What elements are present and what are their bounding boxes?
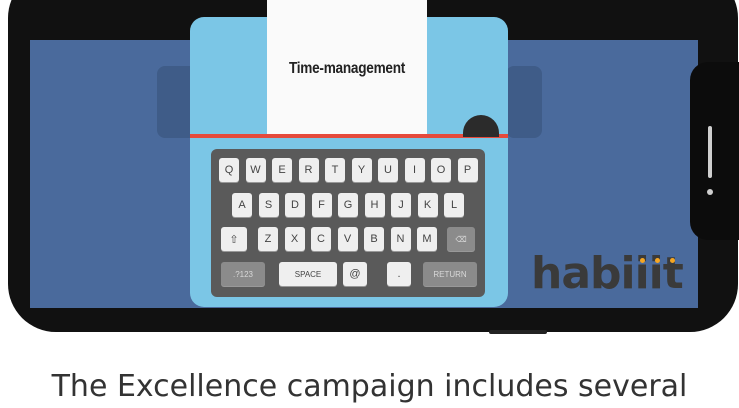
key-q: Q bbox=[219, 158, 239, 182]
typewriter-red-line bbox=[190, 134, 508, 138]
key-delete: ⌫ bbox=[447, 227, 475, 251]
key-return: RETURN bbox=[423, 262, 477, 286]
key-n: N bbox=[390, 227, 411, 251]
key-b: B bbox=[364, 227, 384, 251]
typewriter-right-tab bbox=[506, 66, 542, 138]
notch-speaker bbox=[708, 126, 712, 178]
phone-side-button bbox=[489, 330, 547, 334]
typewriter-keyboard: Q W E R T Y U I O P A S D F G H J K L ⇧ Z X C V B N M ⌫ .?123 SPACE @.… bbox=[211, 149, 485, 297]
caption-text: The Excellence campaign includes several bbox=[51, 369, 688, 404]
key-v: V bbox=[337, 227, 358, 251]
key-z: Z bbox=[258, 227, 278, 251]
key-t: T bbox=[325, 158, 345, 182]
key-a: A bbox=[232, 193, 252, 217]
phone-notch bbox=[690, 62, 739, 240]
key-w: W bbox=[245, 158, 266, 182]
key-space: SPACE bbox=[279, 262, 337, 286]
key-j: J bbox=[391, 193, 411, 217]
key-c: C bbox=[311, 227, 331, 251]
key-y: Y bbox=[351, 158, 372, 182]
key-shift: ⇧ bbox=[221, 227, 247, 251]
habiiit-logo: habiiit bbox=[531, 248, 684, 299]
paper-text: Time-management bbox=[288, 60, 406, 77]
key-h: H bbox=[364, 193, 385, 217]
key-m: M bbox=[417, 227, 437, 251]
notch-camera bbox=[707, 189, 713, 195]
key-e: E bbox=[272, 158, 292, 182]
key-l: L bbox=[444, 193, 464, 217]
key-g: G bbox=[338, 193, 358, 217]
key-at: @ bbox=[343, 262, 367, 286]
key-k: K bbox=[417, 193, 438, 217]
key-o: O bbox=[431, 158, 451, 182]
key-dot: . bbox=[387, 262, 411, 286]
key-u: U bbox=[378, 158, 398, 182]
key-s: S bbox=[258, 193, 279, 217]
key-i: I bbox=[404, 158, 425, 182]
key-x: X bbox=[284, 227, 305, 251]
key-numbers: .?123 bbox=[221, 262, 265, 286]
key-f: F bbox=[311, 193, 332, 217]
key-r: R bbox=[298, 158, 319, 182]
key-p: P bbox=[457, 158, 478, 182]
key-d: D bbox=[285, 193, 305, 217]
